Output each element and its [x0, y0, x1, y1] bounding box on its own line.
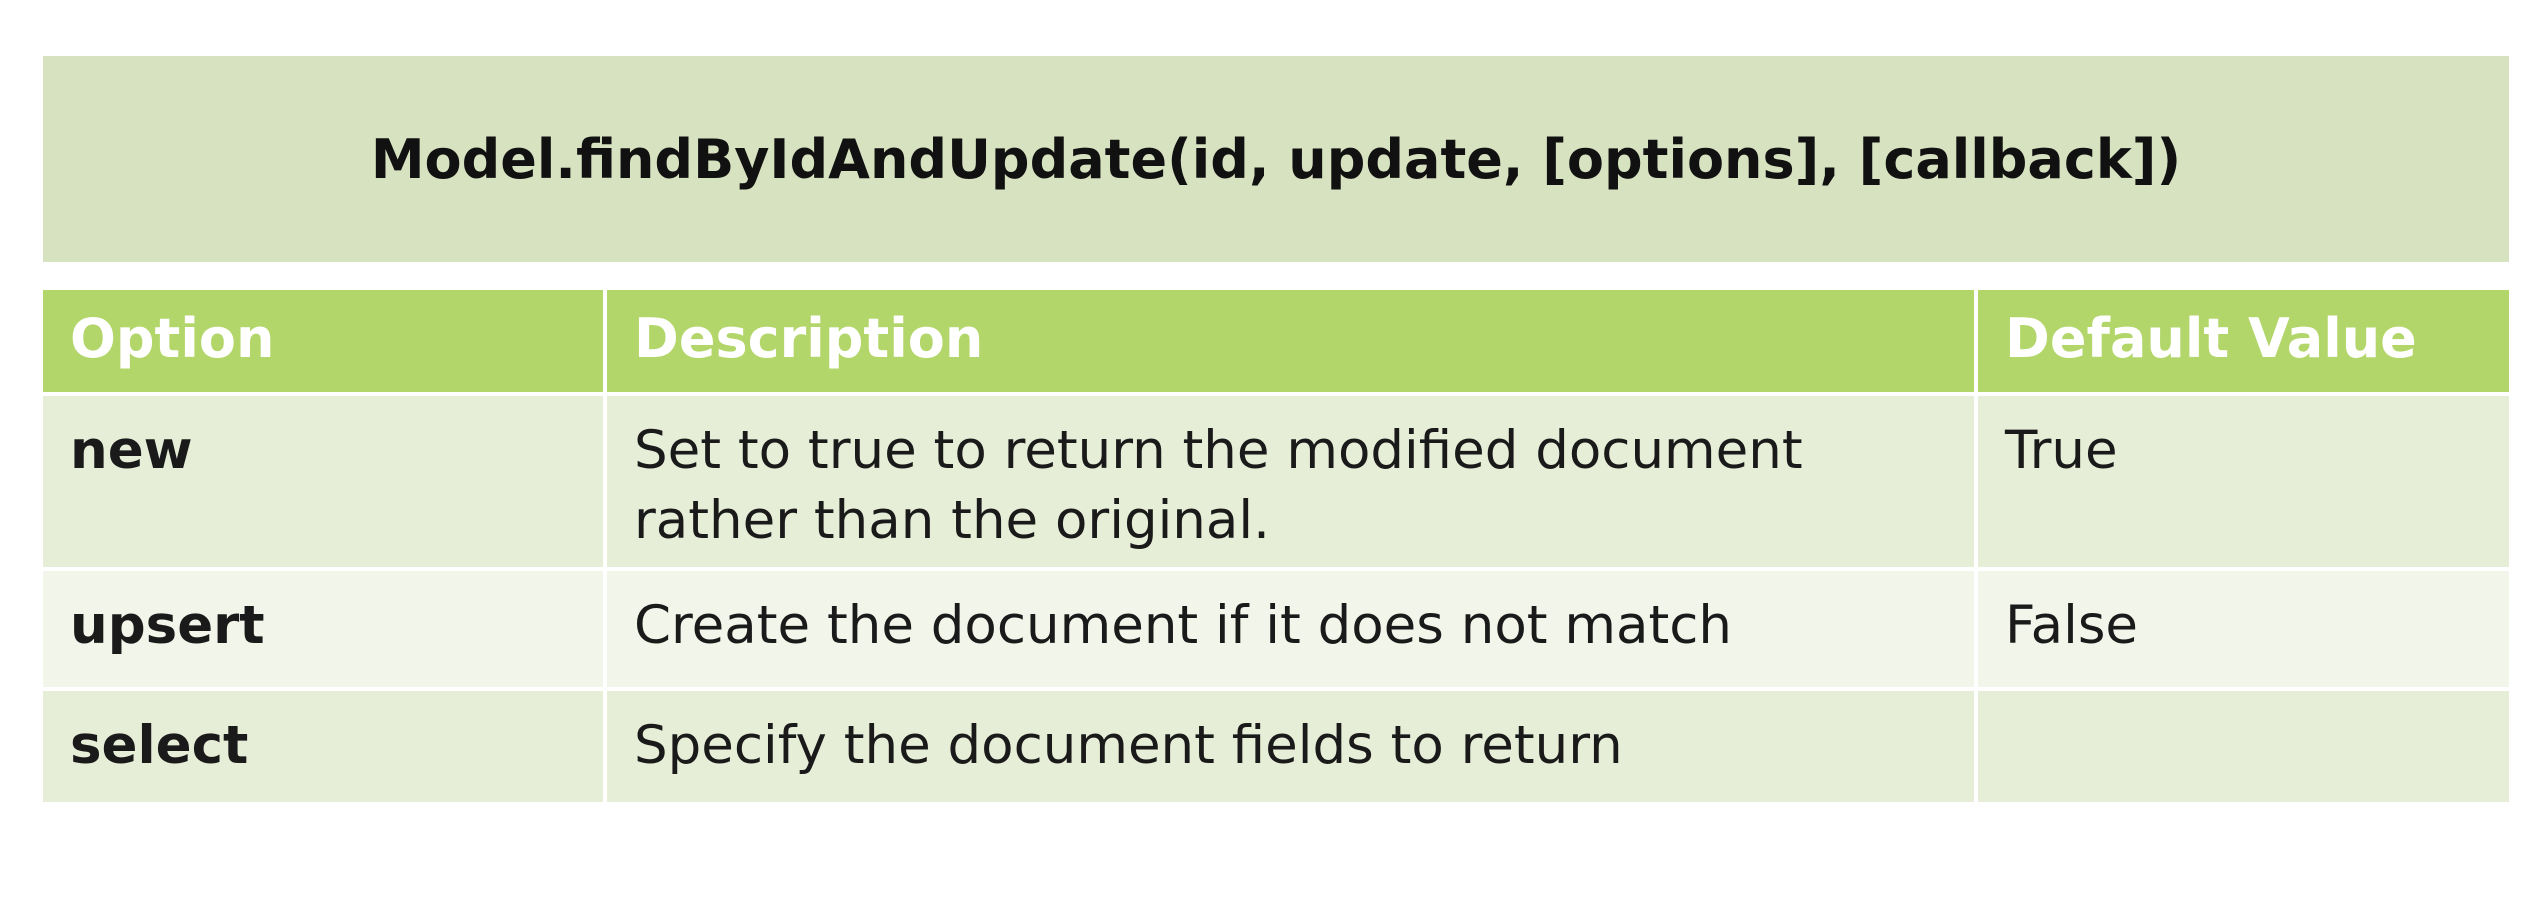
- row-select-description: Specify the document fields to return: [607, 691, 1974, 802]
- row-upsert-description: Create the document if it does not match: [607, 571, 1974, 687]
- page-title: Model.findByIdAndUpdate(id, update, [opt…: [370, 127, 2182, 191]
- row-new-description: Set to true to return the modified docum…: [607, 396, 1974, 567]
- row-upsert-default: False: [1978, 571, 2509, 687]
- row-select-option: select: [43, 691, 603, 802]
- header-default-value: Default Value: [1978, 290, 2509, 392]
- header-description: Description: [607, 290, 1974, 392]
- title-banner: Model.findByIdAndUpdate(id, update, [opt…: [43, 56, 2509, 262]
- row-upsert-option: upsert: [43, 571, 603, 687]
- header-option: Option: [43, 290, 603, 392]
- options-table: Option Description Default Value new Set…: [43, 290, 2509, 802]
- row-select-default: [1978, 691, 2509, 802]
- row-new-option: new: [43, 396, 603, 567]
- row-new-default: True: [1978, 396, 2509, 567]
